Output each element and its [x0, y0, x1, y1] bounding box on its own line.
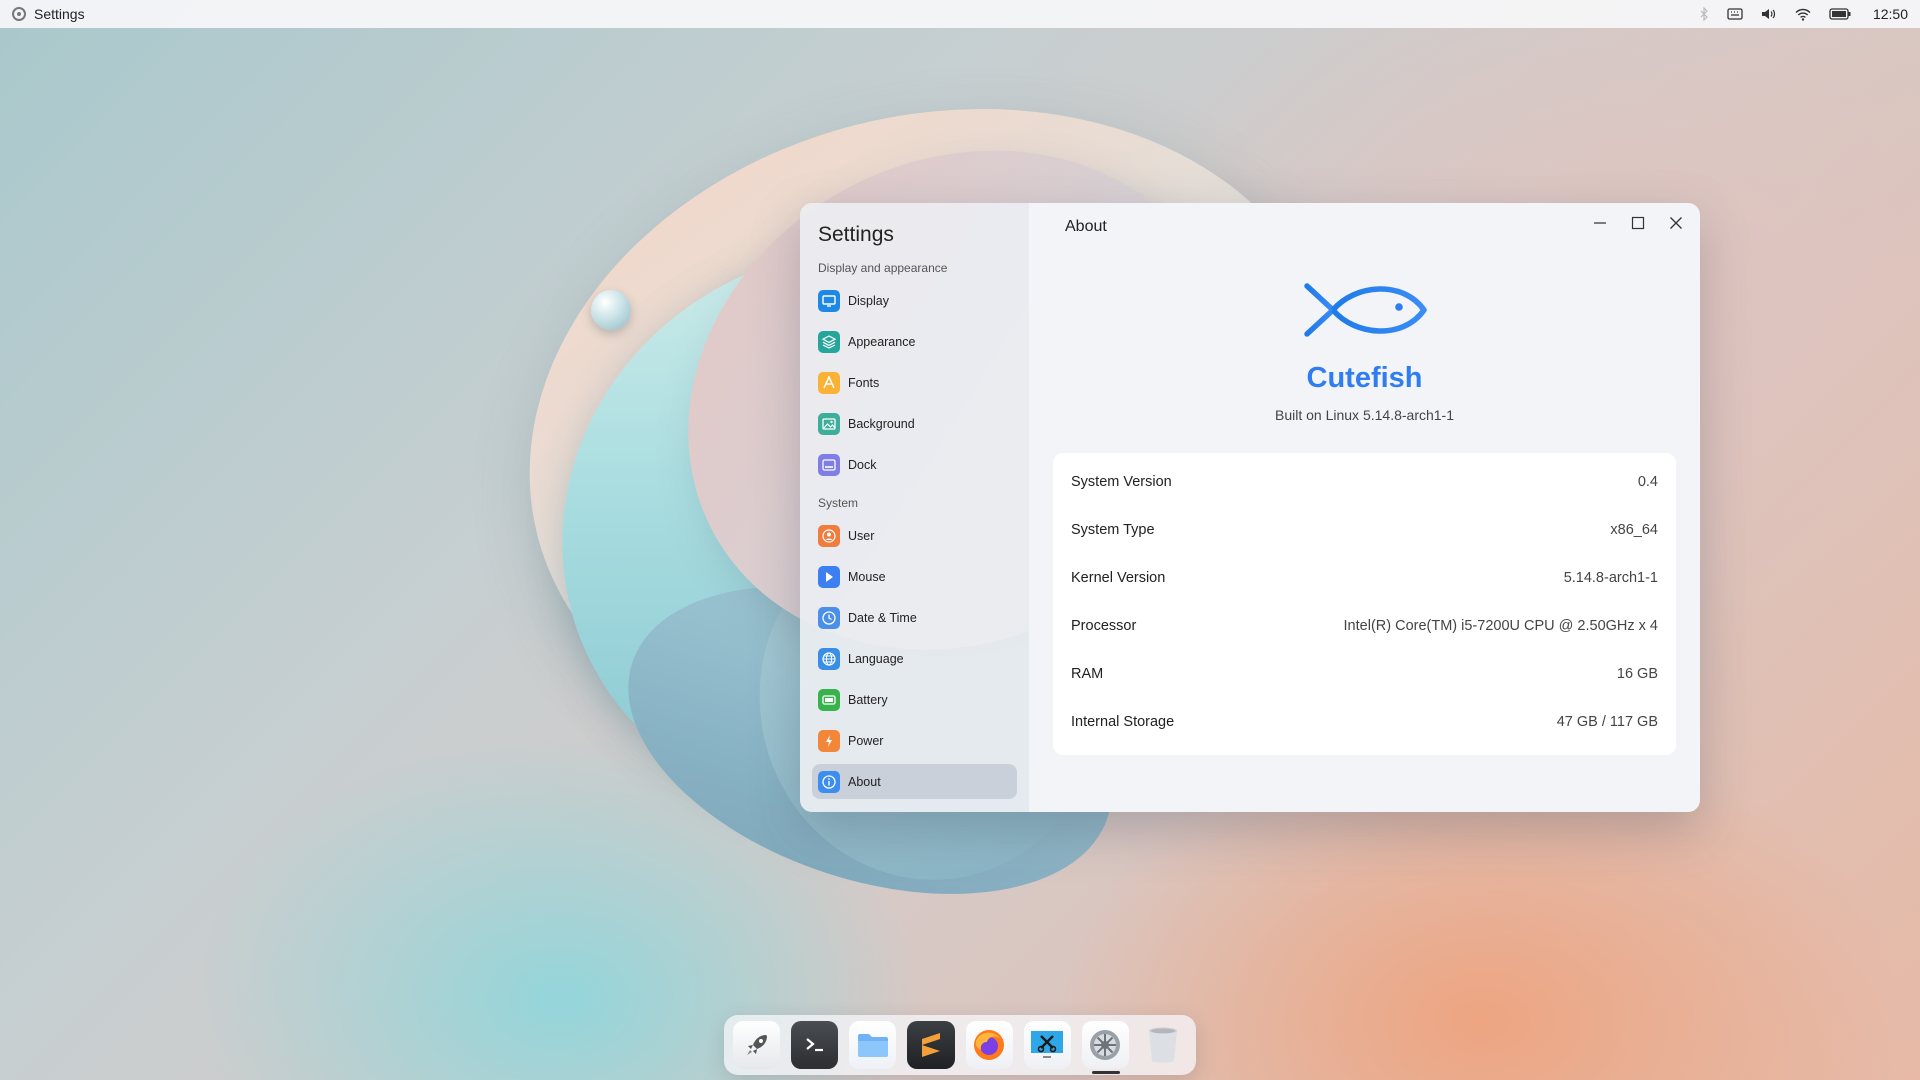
launcher-icon[interactable] [733, 1021, 781, 1069]
sidebar-item-dock[interactable]: Dock [812, 447, 1017, 482]
sidebar-item-background[interactable]: Background [812, 406, 1017, 441]
settings-app-icon [12, 7, 26, 21]
power-icon [818, 729, 840, 752]
sidebar-item-label: Display [848, 293, 889, 308]
sidebar-item-label: Dock [848, 457, 877, 472]
active-app-name[interactable]: Settings [34, 6, 85, 22]
display-icon [818, 289, 840, 312]
settings-sidebar: Settings Display and appearance Display … [800, 203, 1029, 812]
battery-icon [818, 688, 840, 711]
sidebar-item-about[interactable]: About [812, 764, 1017, 799]
files-icon[interactable] [849, 1021, 897, 1069]
sidebar-item-fonts[interactable]: Fonts [812, 365, 1017, 400]
sidebar-item-label: Appearance [848, 334, 916, 349]
minimize-button[interactable] [1592, 215, 1608, 231]
sidebar-item-label: Fonts [848, 375, 880, 390]
sidebar-item-date-time[interactable]: Date & Time [812, 600, 1017, 635]
sidebar-title: Settings [818, 223, 894, 246]
sidebar-item-label: User [848, 528, 875, 543]
info-value: 16 GB [1616, 666, 1658, 682]
sidebar-item-mouse[interactable]: Mouse [812, 559, 1017, 594]
sidebar-item-label: Mouse [848, 569, 886, 584]
system-tray: 12:50 [1699, 6, 1908, 22]
info-label: System Type [1071, 522, 1155, 538]
bluetooth-icon[interactable] [1699, 7, 1709, 21]
sidebar-item-battery[interactable]: Battery [812, 682, 1017, 717]
info-label: Processor [1071, 618, 1137, 634]
volume-icon[interactable] [1761, 7, 1777, 21]
top-panel: Settings 12:50 [0, 0, 1920, 28]
settings-icon[interactable] [1081, 1021, 1129, 1074]
background-icon [818, 412, 840, 435]
sidebar-item-language[interactable]: Language [812, 641, 1017, 676]
sidebar-item-display[interactable]: Display [812, 283, 1017, 318]
wifi-icon[interactable] [1795, 8, 1811, 21]
brand-name: Cutefish [1306, 362, 1423, 394]
sidebar-item-label: Power [848, 733, 884, 748]
page-title: About [1065, 218, 1107, 235]
appearance-icon [818, 330, 840, 353]
running-indicator [1091, 1071, 1120, 1074]
fonts-icon [818, 371, 840, 394]
info-value: x86_64 [1610, 522, 1658, 538]
sidebar-item-appearance[interactable]: Appearance [812, 324, 1017, 359]
sidebar-item-power[interactable]: Power [812, 723, 1017, 758]
dock-icon [818, 453, 840, 476]
info-row-ram: RAM 16 GB [1071, 650, 1658, 698]
keyboard-icon[interactable] [1727, 8, 1743, 20]
info-value: 0.4 [1637, 474, 1658, 490]
info-label: System Version [1071, 474, 1172, 490]
info-row-system-type: System Type x86_64 [1071, 506, 1658, 554]
info-row-kernel-version: Kernel Version 5.14.8-arch1-1 [1071, 554, 1658, 602]
clock-icon [818, 606, 840, 629]
clock[interactable]: 12:50 [1873, 6, 1908, 22]
terminal-icon[interactable] [791, 1021, 839, 1069]
info-value: 5.14.8-arch1-1 [1563, 570, 1658, 586]
maximize-button[interactable] [1630, 215, 1646, 231]
dock [724, 1015, 1196, 1075]
info-value: Intel(R) Core(TM) i5-7200U CPU @ 2.50GHz… [1343, 618, 1658, 634]
wallpaper-orb [591, 290, 631, 330]
firefox-icon[interactable] [965, 1021, 1013, 1069]
built-on-text: Built on Linux 5.14.8-arch1-1 [1275, 407, 1454, 423]
sidebar-item-label: Background [848, 416, 915, 431]
settings-window: Settings Display and appearance Display … [800, 203, 1700, 812]
info-label: RAM [1071, 666, 1104, 682]
info-label: Internal Storage [1071, 714, 1175, 730]
sidebar-item-user[interactable]: User [812, 518, 1017, 553]
sidebar-item-label: Language [848, 651, 904, 666]
cutefish-logo-icon [1303, 283, 1427, 337]
trash-icon[interactable] [1140, 1021, 1187, 1069]
close-button[interactable] [1668, 215, 1684, 231]
user-icon [818, 524, 840, 547]
sidebar-item-label: Date & Time [848, 610, 917, 625]
sublime-text-icon[interactable] [907, 1021, 955, 1069]
battery-icon[interactable] [1829, 8, 1851, 20]
info-value: 47 GB / 117 GB [1556, 714, 1658, 730]
system-info-card: System Version 0.4 System Type x86_64 Ke… [1053, 453, 1676, 755]
info-icon [818, 770, 840, 793]
globe-icon [818, 647, 840, 670]
settings-main-panel: About Cutefish Built on Linux 5.14.8-arc… [1029, 203, 1700, 812]
screenshot-tool-icon[interactable] [1023, 1021, 1071, 1069]
info-row-internal-storage: Internal Storage 47 GB / 117 GB [1071, 698, 1658, 746]
info-row-system-version: System Version 0.4 [1071, 458, 1658, 506]
info-label: Kernel Version [1071, 570, 1166, 586]
info-row-processor: Processor Intel(R) Core(TM) i5-7200U CPU… [1071, 602, 1658, 650]
mouse-icon [818, 565, 840, 588]
sidebar-item-label: About [848, 774, 881, 789]
section-title-display: Display and appearance [818, 261, 948, 275]
sidebar-item-label: Battery [848, 692, 888, 707]
window-controls [1592, 215, 1684, 231]
section-title-system: System [818, 496, 859, 510]
